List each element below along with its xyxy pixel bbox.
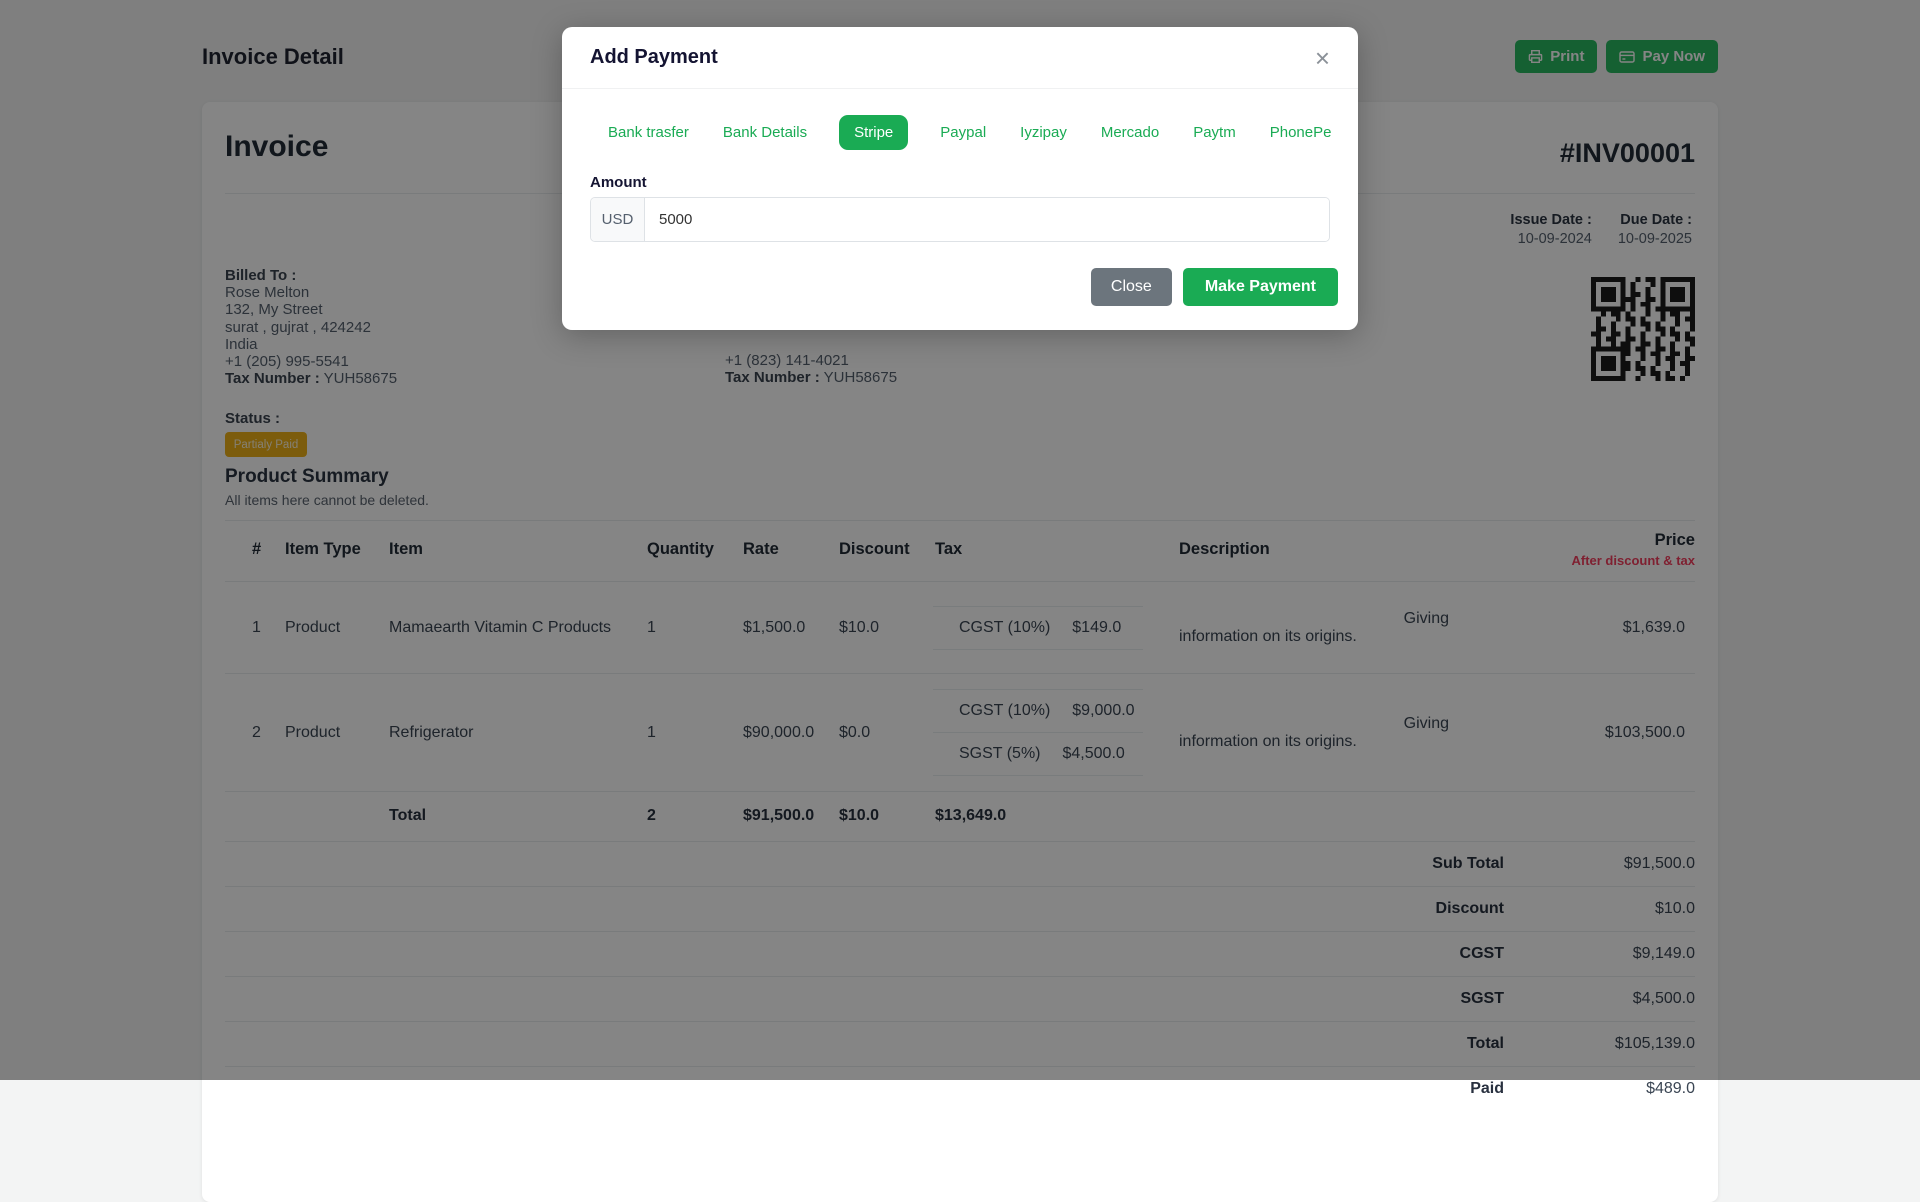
tab-phonepe[interactable]: PhonePe [1268,115,1334,150]
amount-label: Amount [590,174,1330,191]
tab-paypal[interactable]: Paypal [938,115,988,150]
amount-input[interactable] [645,198,1329,241]
tab-stripe[interactable]: Stripe [839,115,908,150]
tab-mercado[interactable]: Mercado [1099,115,1161,150]
tab-bank-transfer[interactable]: Bank trasfer [606,115,691,150]
add-payment-modal: Add Payment × Bank trasfer Bank Details … [562,27,1358,330]
make-payment-button[interactable]: Make Payment [1183,268,1338,306]
amount-input-group: USD [590,197,1330,242]
payment-method-tabs: Bank trasfer Bank Details Stripe Paypal … [590,115,1330,150]
tab-bank-details[interactable]: Bank Details [721,115,809,150]
modal-close-button[interactable]: Close [1091,268,1172,306]
close-icon[interactable]: × [1315,48,1330,68]
modal-title: Add Payment [590,46,718,69]
tab-iyzipay[interactable]: Iyzipay [1018,115,1069,150]
currency-prefix: USD [591,198,645,241]
tab-paytm[interactable]: Paytm [1191,115,1238,150]
